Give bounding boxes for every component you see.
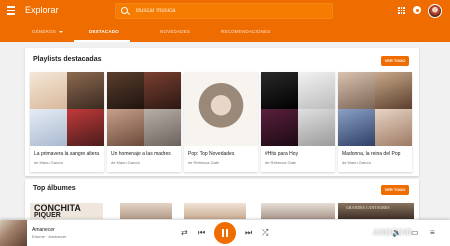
- notifications-icon[interactable]: [413, 6, 421, 14]
- album-cover[interactable]: [120, 203, 172, 219]
- playlist-cover: [184, 72, 258, 146]
- playlist-cover: [107, 72, 181, 146]
- now-playing-artist: Edurne · Amanecer: [32, 234, 67, 239]
- playlist-tile[interactable]: Pop: Top Novedades de Rebecca Gale: [184, 72, 258, 172]
- playlist-tile[interactable]: Un homenaje a las madres de Manu García: [107, 72, 181, 172]
- watermark-logo: ANDROID: [373, 228, 413, 237]
- playlist-cover: [30, 72, 104, 146]
- album-cover-text: PIQUER: [34, 212, 61, 219]
- previous-icon[interactable]: ⏮: [198, 229, 205, 237]
- tab-new-releases[interactable]: NOVEDADES: [160, 22, 190, 42]
- playlists-section-title: Playlists destacadas: [33, 56, 102, 63]
- chevron-down-icon: [58, 30, 63, 33]
- tab-featured[interactable]: DESTACADO: [89, 22, 119, 42]
- playlist-title: Madonna, la reina del Pop: [342, 151, 401, 157]
- search-input[interactable]: [136, 3, 326, 19]
- active-tab-indicator: [74, 40, 130, 42]
- album-cover[interactable]: CONCHITA PIQUER: [30, 203, 103, 219]
- playlist-author: de Manu García: [34, 160, 63, 165]
- pause-button[interactable]: [214, 222, 236, 244]
- next-icon[interactable]: ⏭: [245, 229, 252, 237]
- now-playing-art[interactable]: [0, 220, 27, 246]
- app-header: Explorar: [0, 0, 450, 22]
- playlist-tile[interactable]: La primavera la sangre altera de Manu Ga…: [30, 72, 104, 172]
- playlist-tile[interactable]: Madonna, la reina del Pop de Manu García: [338, 72, 412, 172]
- playlists-see-all-button[interactable]: VER TODO: [381, 56, 409, 66]
- search-box[interactable]: [115, 3, 333, 19]
- playlist-tile[interactable]: #Hits para Hoy de Rebecca Gale: [261, 72, 335, 172]
- search-icon[interactable]: [121, 7, 128, 14]
- page-title: Explorar: [25, 5, 59, 15]
- albums-section-title: Top álbumes: [33, 185, 76, 192]
- playlist-author: de Rebecca Gale: [265, 160, 296, 165]
- playlist-author: de Manu García: [342, 160, 371, 165]
- playlist-title: Un homenaje a las madres: [111, 151, 171, 157]
- playlist-title: La primavera la sangre altera: [34, 151, 100, 157]
- playlist-cover: [261, 72, 335, 146]
- now-playing-title: Amanecer: [32, 227, 55, 233]
- playlist-title: Pop: Top Novedades: [188, 151, 235, 157]
- playlist-title: #Hits para Hoy: [265, 151, 299, 157]
- tab-bar: GÉNEROS DESTACADO NOVEDADES RECOMENDACIO…: [0, 22, 450, 42]
- apps-grid-icon[interactable]: [398, 7, 405, 14]
- album-cover-text: GRANDES CANTAORES: [346, 205, 390, 210]
- shuffle-icon[interactable]: ⤮: [262, 229, 268, 237]
- album-cover[interactable]: [184, 203, 246, 219]
- menu-icon[interactable]: [7, 6, 15, 15]
- avatar[interactable]: [428, 4, 442, 18]
- album-cover[interactable]: [261, 203, 335, 219]
- repeat-icon[interactable]: ⇄: [181, 229, 188, 237]
- playlist-cover: [338, 72, 412, 146]
- playlist-author: de Manu García: [111, 160, 140, 165]
- tab-genres[interactable]: GÉNEROS: [32, 22, 63, 42]
- albums-see-all-button[interactable]: VER TODO: [381, 185, 409, 195]
- queue-icon[interactable]: ≡: [430, 229, 435, 237]
- album-cover[interactable]: GRANDES CANTAORES: [338, 203, 414, 219]
- tab-recommendations[interactable]: RECOMENDACIONES: [221, 22, 271, 42]
- playlist-author: de Rebecca Gale: [188, 160, 219, 165]
